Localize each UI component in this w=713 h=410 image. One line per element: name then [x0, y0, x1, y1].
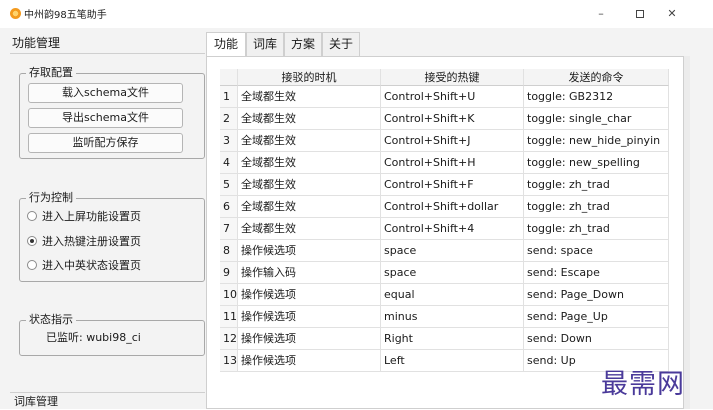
- cell-timing[interactable]: 操作候选项: [238, 240, 381, 262]
- tab-about[interactable]: 关于: [322, 32, 360, 56]
- row-number[interactable]: 11: [220, 306, 238, 328]
- cell-command[interactable]: send: Page_Up: [524, 306, 669, 328]
- scrollbar[interactable]: [684, 56, 690, 409]
- status-group-legend: 状态指示: [26, 313, 76, 327]
- cell-command[interactable]: send: Down: [524, 328, 669, 350]
- cell-command[interactable]: toggle: zh_trad: [524, 218, 669, 240]
- cell-hotkey[interactable]: minus: [381, 306, 524, 328]
- cell-timing[interactable]: 操作候选项: [238, 284, 381, 306]
- tab-function[interactable]: 功能: [206, 32, 246, 57]
- radio-lang-settings[interactable]: 进入中英状态设置页: [27, 258, 141, 274]
- cell-hotkey[interactable]: Control+Shift+H: [381, 152, 524, 174]
- cell-hotkey[interactable]: equal: [381, 284, 524, 306]
- cell-command[interactable]: toggle: zh_trad: [524, 174, 669, 196]
- cell-hotkey[interactable]: Control+Shift+F: [381, 174, 524, 196]
- tab-panel: 接驳的时机 接受的热键 发送的命令 1 全域都生效 Control+Shift+U togg…: [206, 56, 684, 409]
- radio-label: 进入上屏功能设置页: [42, 210, 141, 223]
- cell-timing[interactable]: 全域都生效: [238, 108, 381, 130]
- cell-hotkey[interactable]: Control+Shift+4: [381, 218, 524, 240]
- row-number[interactable]: 7: [220, 218, 238, 240]
- title-bar[interactable]: 中州韵98五笔助手 – ✕: [0, 0, 713, 28]
- column-header[interactable]: 发送的命令: [524, 69, 669, 86]
- cell-timing[interactable]: 全域都生效: [238, 174, 381, 196]
- row-number[interactable]: 3: [220, 130, 238, 152]
- status-group: 状态指示 已监听: wubi98_ci: [19, 313, 205, 356]
- cell-timing[interactable]: 全域都生效: [238, 218, 381, 240]
- cell-command[interactable]: send: space: [524, 240, 669, 262]
- load-schema-button[interactable]: 载入schema文件: [28, 83, 183, 103]
- row-number[interactable]: 2: [220, 108, 238, 130]
- window-title: 中州韵98五笔助手: [24, 10, 107, 21]
- minimize-button[interactable]: –: [586, 4, 616, 24]
- watermark: 最需网: [601, 369, 685, 400]
- cell-timing[interactable]: 操作候选项: [238, 306, 381, 328]
- cell-command[interactable]: toggle: zh_trad: [524, 196, 669, 218]
- cell-timing[interactable]: 操作输入码: [238, 262, 381, 284]
- cell-timing[interactable]: 全域都生效: [238, 86, 381, 108]
- cell-hotkey[interactable]: Control+Shift+U: [381, 86, 524, 108]
- status-text: 已监听: wubi98_ci: [46, 331, 141, 344]
- cell-command[interactable]: send: Page_Down: [524, 284, 669, 306]
- behavior-group: 行为控制 进入上屏功能设置页 进入热键注册设置页 进入中英状态设置页: [19, 191, 205, 282]
- function-manage-title: 功能管理: [10, 32, 205, 54]
- row-number[interactable]: 1: [220, 86, 238, 108]
- maximize-icon: [636, 10, 644, 18]
- row-number[interactable]: 13: [220, 350, 238, 372]
- radio-label: 进入中英状态设置页: [42, 259, 141, 272]
- app-logo-icon: [10, 8, 21, 19]
- radio-selected-icon[interactable]: [27, 236, 37, 246]
- radio-icon[interactable]: [27, 211, 37, 221]
- row-number[interactable]: 10: [220, 284, 238, 306]
- cell-command[interactable]: toggle: new_spelling: [524, 152, 669, 174]
- cell-hotkey[interactable]: Right: [381, 328, 524, 350]
- row-number[interactable]: 9: [220, 262, 238, 284]
- cell-hotkey[interactable]: Control+Shift+J: [381, 130, 524, 152]
- cell-command[interactable]: toggle: single_char: [524, 108, 669, 130]
- row-number[interactable]: 6: [220, 196, 238, 218]
- cell-timing[interactable]: 全域都生效: [238, 196, 381, 218]
- cell-hotkey[interactable]: space: [381, 240, 524, 262]
- cell-hotkey[interactable]: space: [381, 262, 524, 284]
- close-button[interactable]: ✕: [657, 4, 687, 24]
- row-number[interactable]: 8: [220, 240, 238, 262]
- schema-group: 存取配置 载入schema文件 导出schema文件 监听配方保存: [19, 66, 205, 159]
- tab-scheme[interactable]: 方案: [284, 32, 322, 56]
- dict-manage-title: 词库管理: [10, 392, 205, 409]
- tab-dictionary[interactable]: 词库: [246, 32, 284, 56]
- maximize-button[interactable]: [625, 4, 655, 24]
- watch-save-button[interactable]: 监听配方保存: [28, 133, 183, 153]
- left-pane: 功能管理 存取配置 载入schema文件 导出schema文件 监听配方保存 行…: [10, 30, 205, 409]
- app-window: 中州韵98五笔助手 – ✕ 功能管理 存取配置 载入schema文件 导出sch…: [0, 0, 713, 409]
- cell-hotkey[interactable]: Control+Shift+K: [381, 108, 524, 130]
- cell-hotkey[interactable]: Control+Shift+dollar: [381, 196, 524, 218]
- cell-command[interactable]: send: Escape: [524, 262, 669, 284]
- schema-group-legend: 存取配置: [26, 66, 76, 80]
- cell-command[interactable]: toggle: GB2312: [524, 86, 669, 108]
- cell-hotkey[interactable]: Left: [381, 350, 524, 372]
- cell-timing[interactable]: 全域都生效: [238, 130, 381, 152]
- cell-timing[interactable]: 操作候选项: [238, 350, 381, 372]
- radio-hotkey-settings[interactable]: 进入热键注册设置页: [27, 234, 141, 250]
- radio-icon[interactable]: [27, 260, 37, 270]
- radio-label: 进入热键注册设置页: [42, 235, 141, 248]
- row-number[interactable]: 12: [220, 328, 238, 350]
- cell-command[interactable]: toggle: new_hide_pinyin: [524, 130, 669, 152]
- column-header[interactable]: 接驳的时机: [238, 69, 381, 86]
- row-number[interactable]: 5: [220, 174, 238, 196]
- row-number[interactable]: 4: [220, 152, 238, 174]
- column-header[interactable]: 接受的热键: [381, 69, 524, 86]
- behavior-group-legend: 行为控制: [26, 191, 76, 205]
- cell-timing[interactable]: 操作候选项: [238, 328, 381, 350]
- export-schema-button[interactable]: 导出schema文件: [28, 108, 183, 128]
- table-corner: [220, 69, 238, 86]
- radio-commit-settings[interactable]: 进入上屏功能设置页: [27, 209, 141, 225]
- cell-timing[interactable]: 全域都生效: [238, 152, 381, 174]
